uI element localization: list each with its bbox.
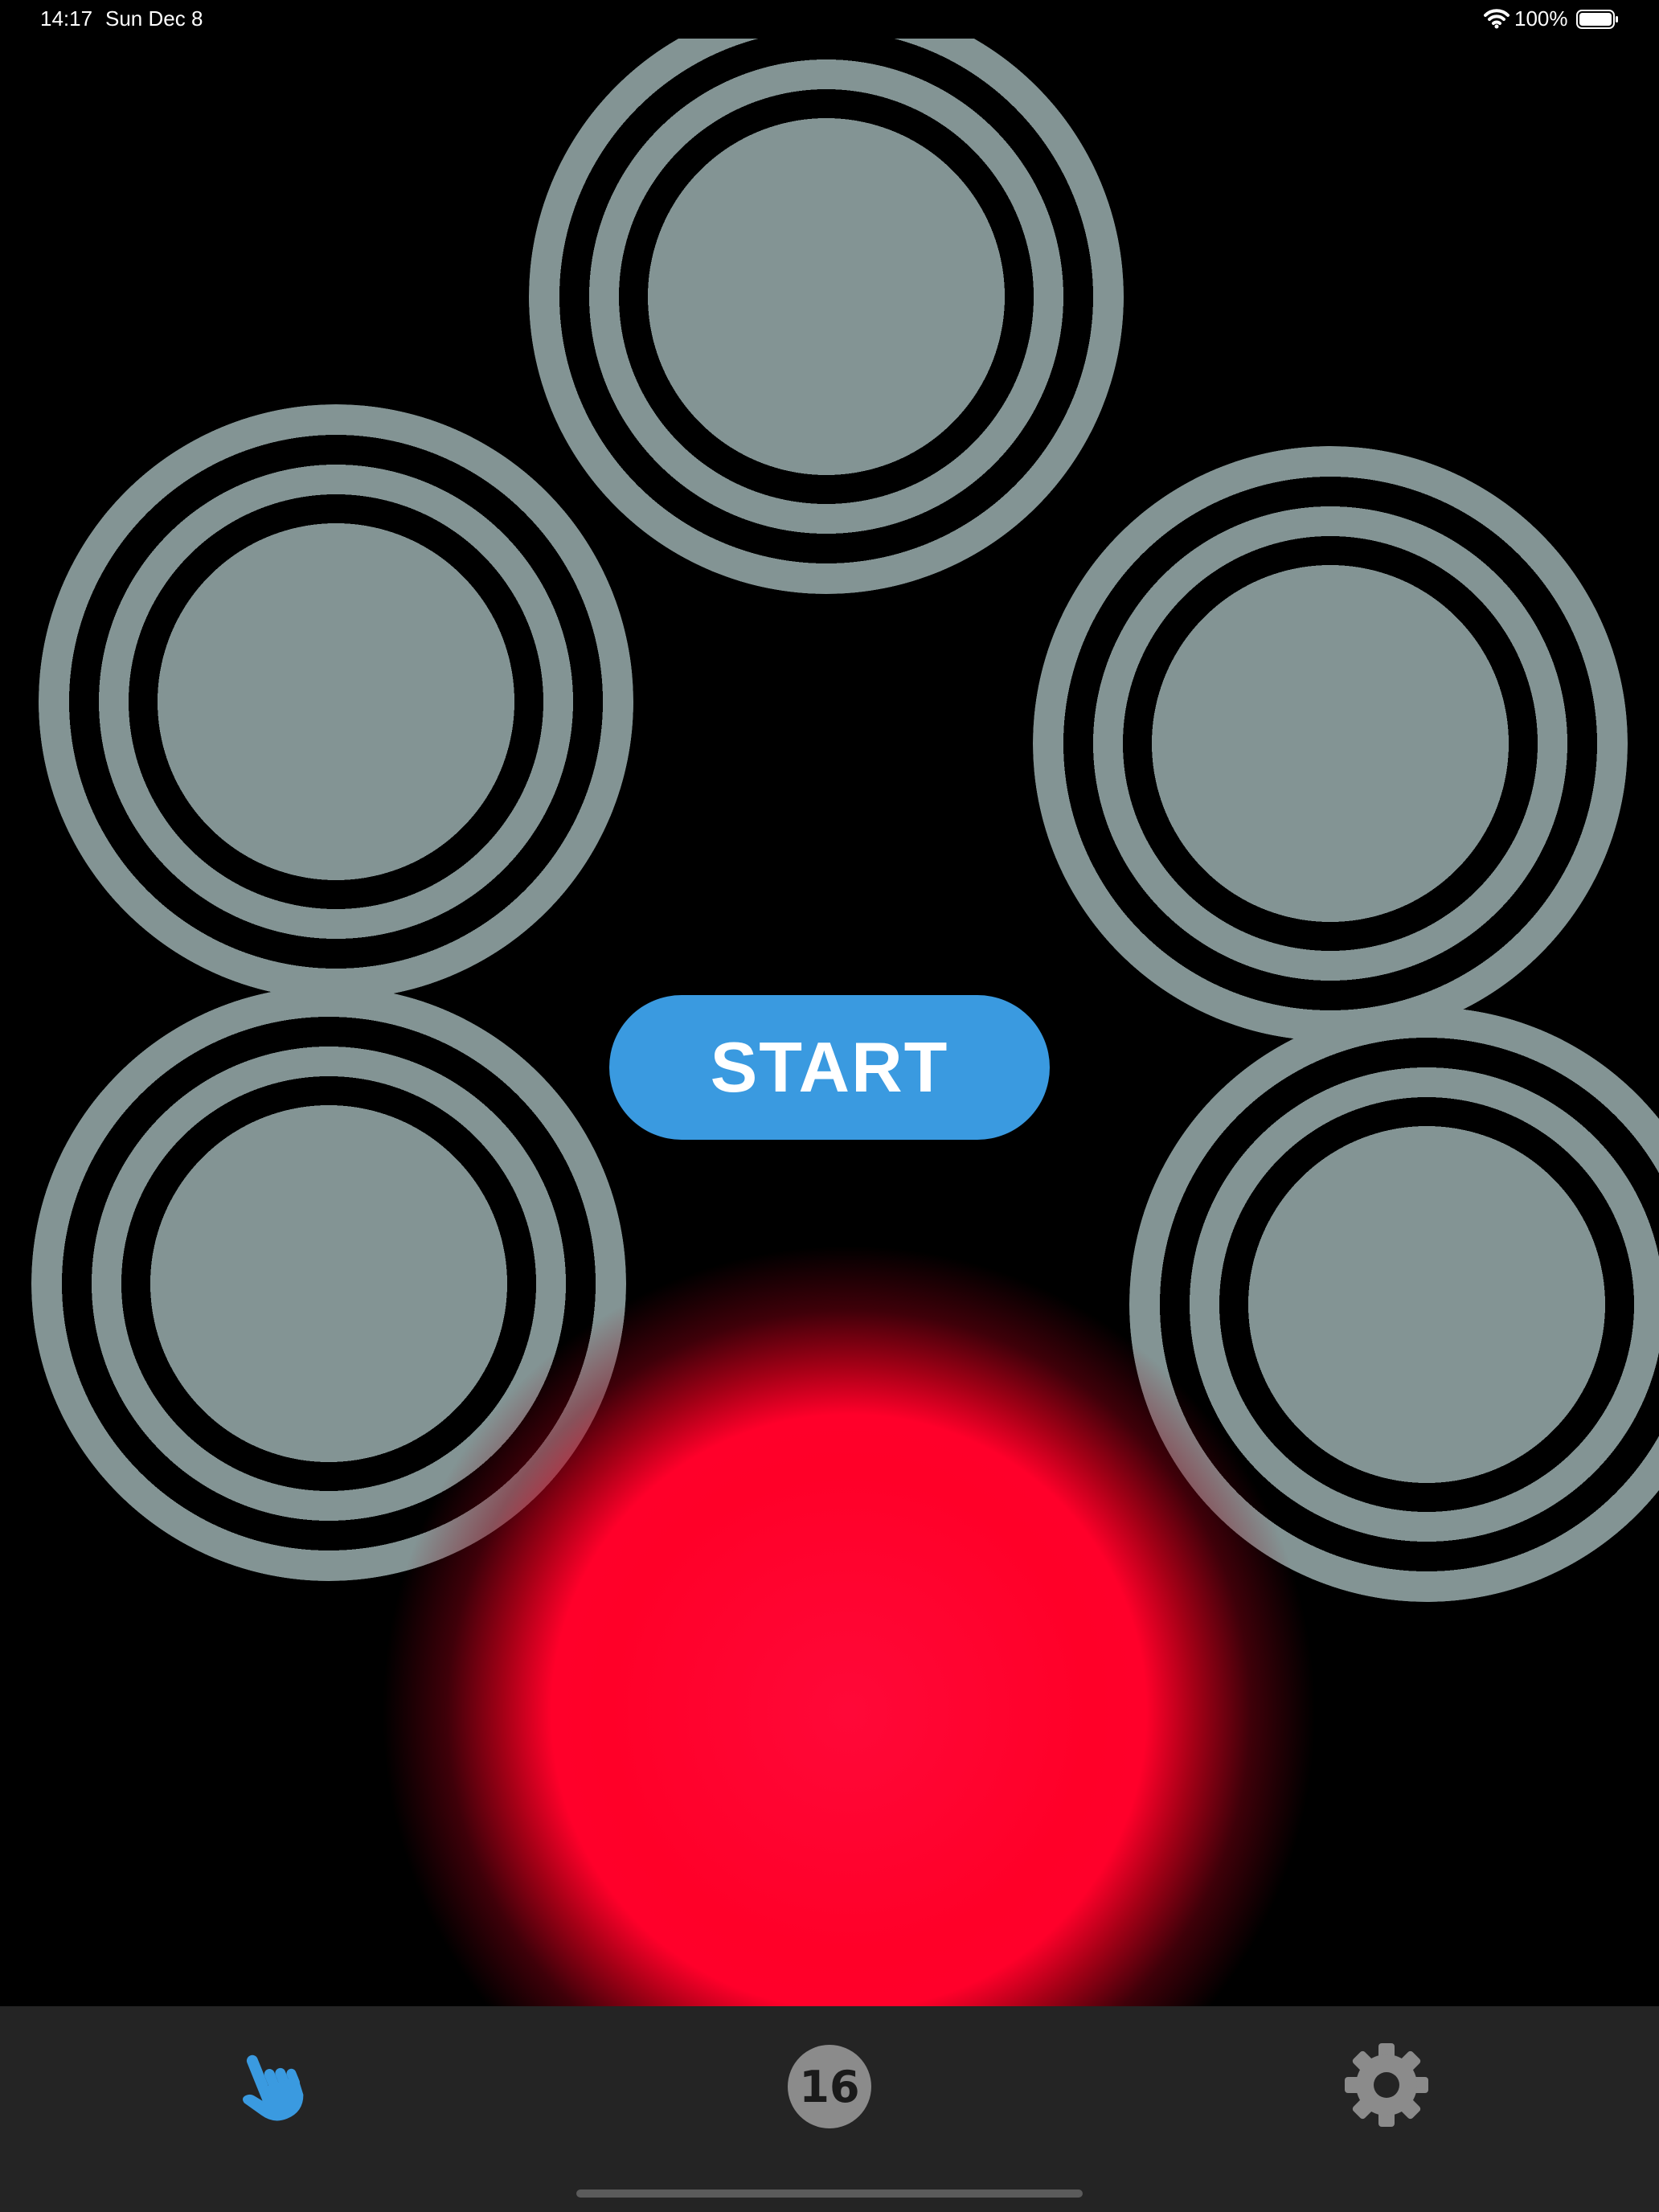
status-time: 14:17	[40, 6, 93, 31]
wifi-icon	[1484, 8, 1509, 35]
pointing-hand-icon	[233, 2045, 310, 2129]
home-indicator[interactable]	[576, 2189, 1083, 2198]
pad-top[interactable]	[529, 39, 1124, 594]
status-bar: 14:17 Sun Dec 8 100%	[0, 0, 1659, 39]
status-date: Sun Dec 8	[105, 6, 203, 31]
pad-upper-right[interactable]	[1033, 446, 1628, 1041]
pad-upper-left[interactable]	[39, 404, 633, 999]
start-button[interactable]: START	[609, 995, 1050, 1140]
gear-icon	[1342, 2041, 1431, 2133]
battery-percent: 100%	[1514, 6, 1568, 31]
tab-settings[interactable]	[1322, 2030, 1451, 2143]
tab-bar: 16	[0, 2006, 1659, 2212]
pad-lower-left[interactable]	[31, 986, 626, 1581]
tab-level[interactable]: 16	[765, 2030, 894, 2143]
battery-icon	[1576, 10, 1620, 35]
level-badge: 16	[788, 2045, 871, 2128]
tab-play[interactable]	[207, 2030, 336, 2143]
pad-lower-right[interactable]	[1129, 1007, 1659, 1602]
